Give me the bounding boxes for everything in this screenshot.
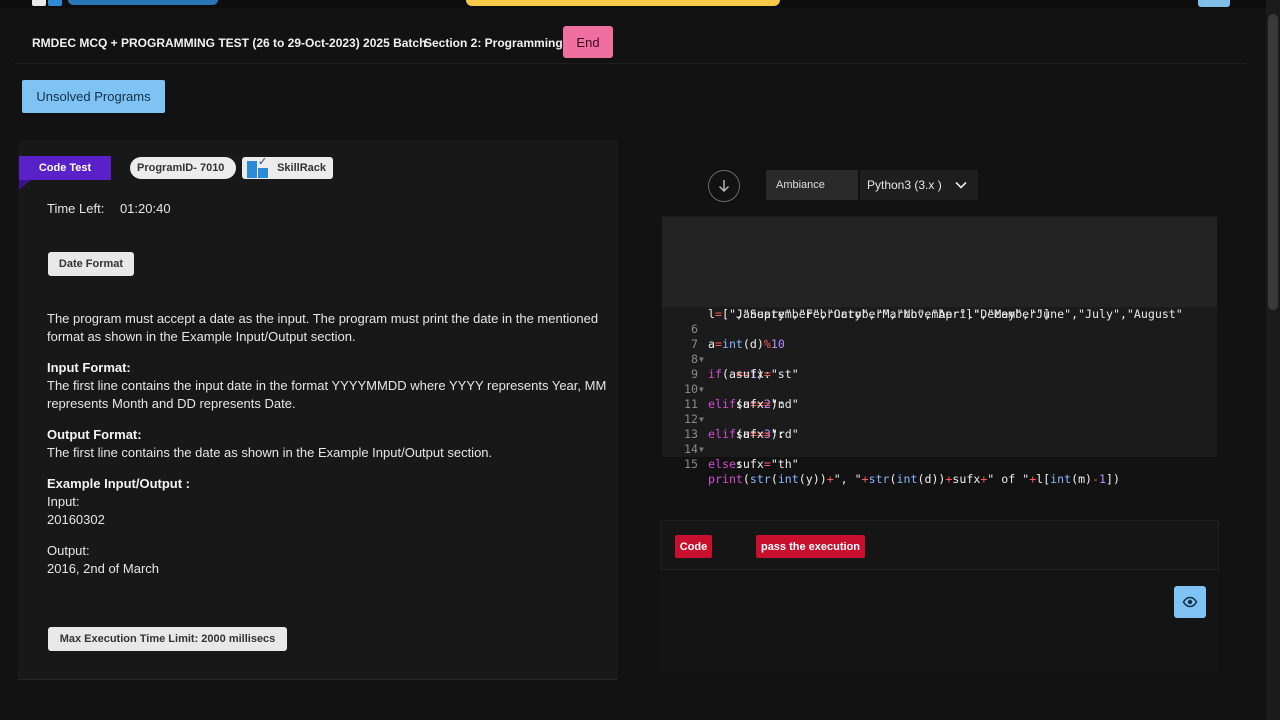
problem-panel: Code Test ProgramID- 7010 ✓ SkillRack Ti… [18,140,618,680]
example-heading: Example Input/Output : [47,476,190,491]
code-line[interactable]: 8 sufx="st" [662,337,1217,381]
code-test-tag-fold [19,180,31,190]
eye-icon [1182,596,1198,608]
code-line[interactable]: 3 m=s[4:6] [662,247,1217,291]
program-id-badge: ProgramID- 7010 [130,157,236,179]
code-line[interactable]: 15 print(str(int(y))+", "+str(int(d))+su… [662,442,1217,486]
input-format-heading: Input Format: [47,360,131,375]
result-status-tag: pass the execution [756,535,865,558]
test-header: RMDEC MCQ + PROGRAMMING TEST (26 to 29-O… [14,20,1246,64]
skillrack-badge[interactable]: ✓ SkillRack [242,157,333,179]
notice-bar [466,0,780,6]
code-editor[interactable]: 1 s=input().strip() 2 y=s[:4] 3 m=s[4:6]… [662,216,1217,486]
example-input-label: Input: [47,494,80,509]
view-output-button[interactable] [1174,586,1206,618]
logo-square-blue [48,0,62,6]
example-output-value: 2016, 2nd of March [47,561,160,576]
top-right-button[interactable] [1198,0,1230,7]
output-format-heading: Output Format: [47,427,142,442]
output-area [660,572,1219,672]
example-output-block: Output: 2016, 2nd of March [47,542,607,578]
language-select[interactable]: Python3 (3.x ) [860,170,978,200]
skillrack-badge-label: SkillRack [277,162,326,174]
skillrack-logo-icon: ✓ [246,157,269,179]
page-scrollbar[interactable] [1266,0,1280,720]
code-line-wrapped[interactable]: ,"September","October","November","Decem… [662,292,1217,321]
input-format-text: The first line contains the input date i… [47,378,607,411]
problem-title-button[interactable]: Date Format [48,252,134,276]
theme-select[interactable]: Ambiance [766,170,858,200]
test-title: RMDEC MCQ + PROGRAMMING TEST (26 to 29-O… [32,36,427,50]
time-left-label: Time Left: [47,201,105,216]
code-line[interactable]: 5 l=["January","February","March","April… [662,277,1217,321]
logo-wordmark [68,0,218,5]
code-line[interactable]: 10 sufx="nd" [662,367,1217,411]
time-left: Time Left: 01:20:40 [47,201,171,216]
program-id-text: ProgramID- 7010 [137,162,225,174]
section-title: Section 2: Programming [424,36,563,50]
problem-description: The program must accept a date as the in… [47,310,607,591]
skillrack-header-logo[interactable] [32,0,222,8]
max-execution-time-badge: Max Execution Time Limit: 2000 millisecs [48,627,287,651]
output-format-text: The first line contains the date as show… [47,445,493,460]
problem-statement: The program must accept a date as the in… [47,311,599,344]
logo-square-white [32,0,46,6]
code-line[interactable]: 6 a=int(d)%10 [662,307,1217,351]
scroll-down-button[interactable] [708,170,740,202]
code-line[interactable]: 7 ▼ if(a==1): [662,322,1217,381]
code-line[interactable]: 1 s=input().strip() [662,217,1217,261]
execution-result-card: Code pass the execution [660,520,1219,570]
arrow-down-circle-icon [719,180,729,192]
input-format-block: Input Format: The first line contains th… [47,359,607,413]
code-line[interactable]: 12 sufx="rd" [662,397,1217,441]
output-format-block: Output Format: The first line contains t… [47,426,607,462]
chevron-down-icon [955,181,967,189]
language-select-value: Python3 (3.x ) [867,178,942,192]
code-test-tag: Code Test [19,156,111,180]
time-left-value: 01:20:40 [119,201,171,216]
unsolved-programs-button[interactable]: Unsolved Programs [22,80,165,113]
page-scrollbar-thumb[interactable] [1268,14,1278,310]
code-line[interactable]: 9 ▼ elif(a==2): [662,352,1217,411]
end-button[interactable]: End [563,26,613,58]
example-input-value: 20160302 [47,512,105,527]
example-output-label: Output: [47,543,90,558]
code-line[interactable]: 4 d=s[6:] [662,262,1217,306]
code-line[interactable]: 14 sufx="th" [662,427,1217,471]
result-code-tag: Code [675,535,712,558]
code-line[interactable]: 2 y=s[:4] [662,232,1217,276]
example-block: Example Input/Output : Input: 20160302 [47,475,607,529]
code-line[interactable]: 13 ▼ else: [662,412,1217,471]
code-line[interactable]: 11 ▼ elif(a==3): [662,382,1217,441]
